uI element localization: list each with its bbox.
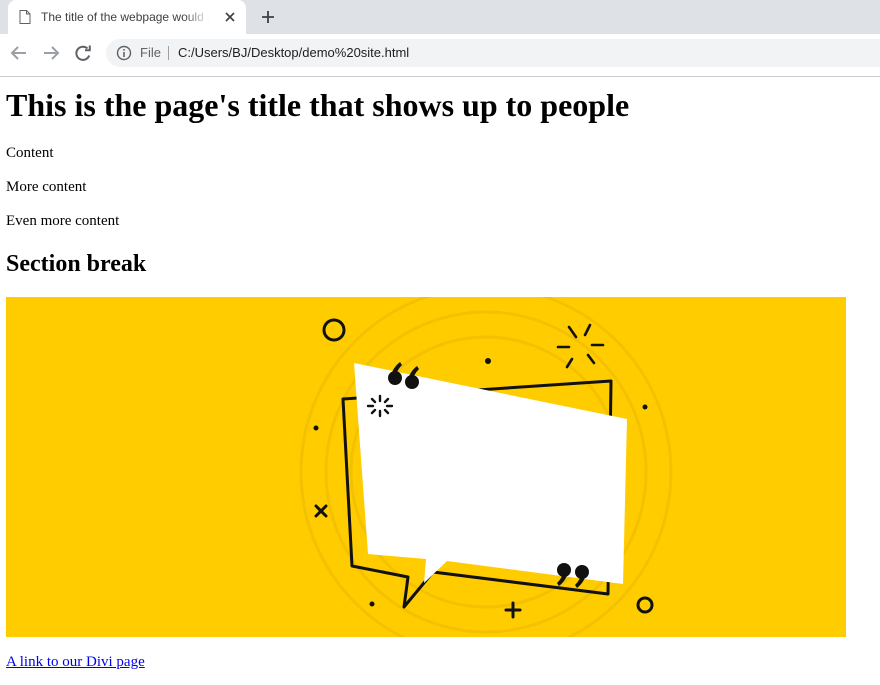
url-text[interactable]: C:/Users/BJ/Desktop/demo%20site.html [178,45,409,60]
tab-title: The title of the webpage would go here [41,10,209,24]
speech-bubble-illustration [299,297,673,637]
page-title: This is the page's title that shows up t… [6,87,630,123]
info-icon[interactable] [116,45,132,61]
content-paragraph: More content [6,179,87,195]
tab-strip: The title of the webpage would go here [0,0,880,34]
content-paragraph: Even more content [6,213,120,229]
address-divider [168,46,169,60]
plus-icon[interactable] [259,8,277,26]
reload-icon[interactable] [72,42,94,64]
address-bar[interactable]: File C:/Users/BJ/Desktop/demo%20site.htm… [106,39,880,67]
back-arrow-icon[interactable] [8,42,30,64]
close-icon[interactable] [223,10,237,24]
content-paragraph: Content [6,145,54,161]
forward-arrow-icon[interactable] [40,42,62,64]
divi-page-link[interactable]: A link to our Divi page [6,653,145,671]
browser-toolbar: File C:/Users/BJ/Desktop/demo%20site.htm… [0,34,880,77]
section-heading: Section break [6,251,147,277]
page-icon [19,10,31,24]
browser-tab[interactable]: The title of the webpage would go here [8,0,246,34]
scheme-label: File [140,45,161,60]
banner-image [6,297,846,637]
